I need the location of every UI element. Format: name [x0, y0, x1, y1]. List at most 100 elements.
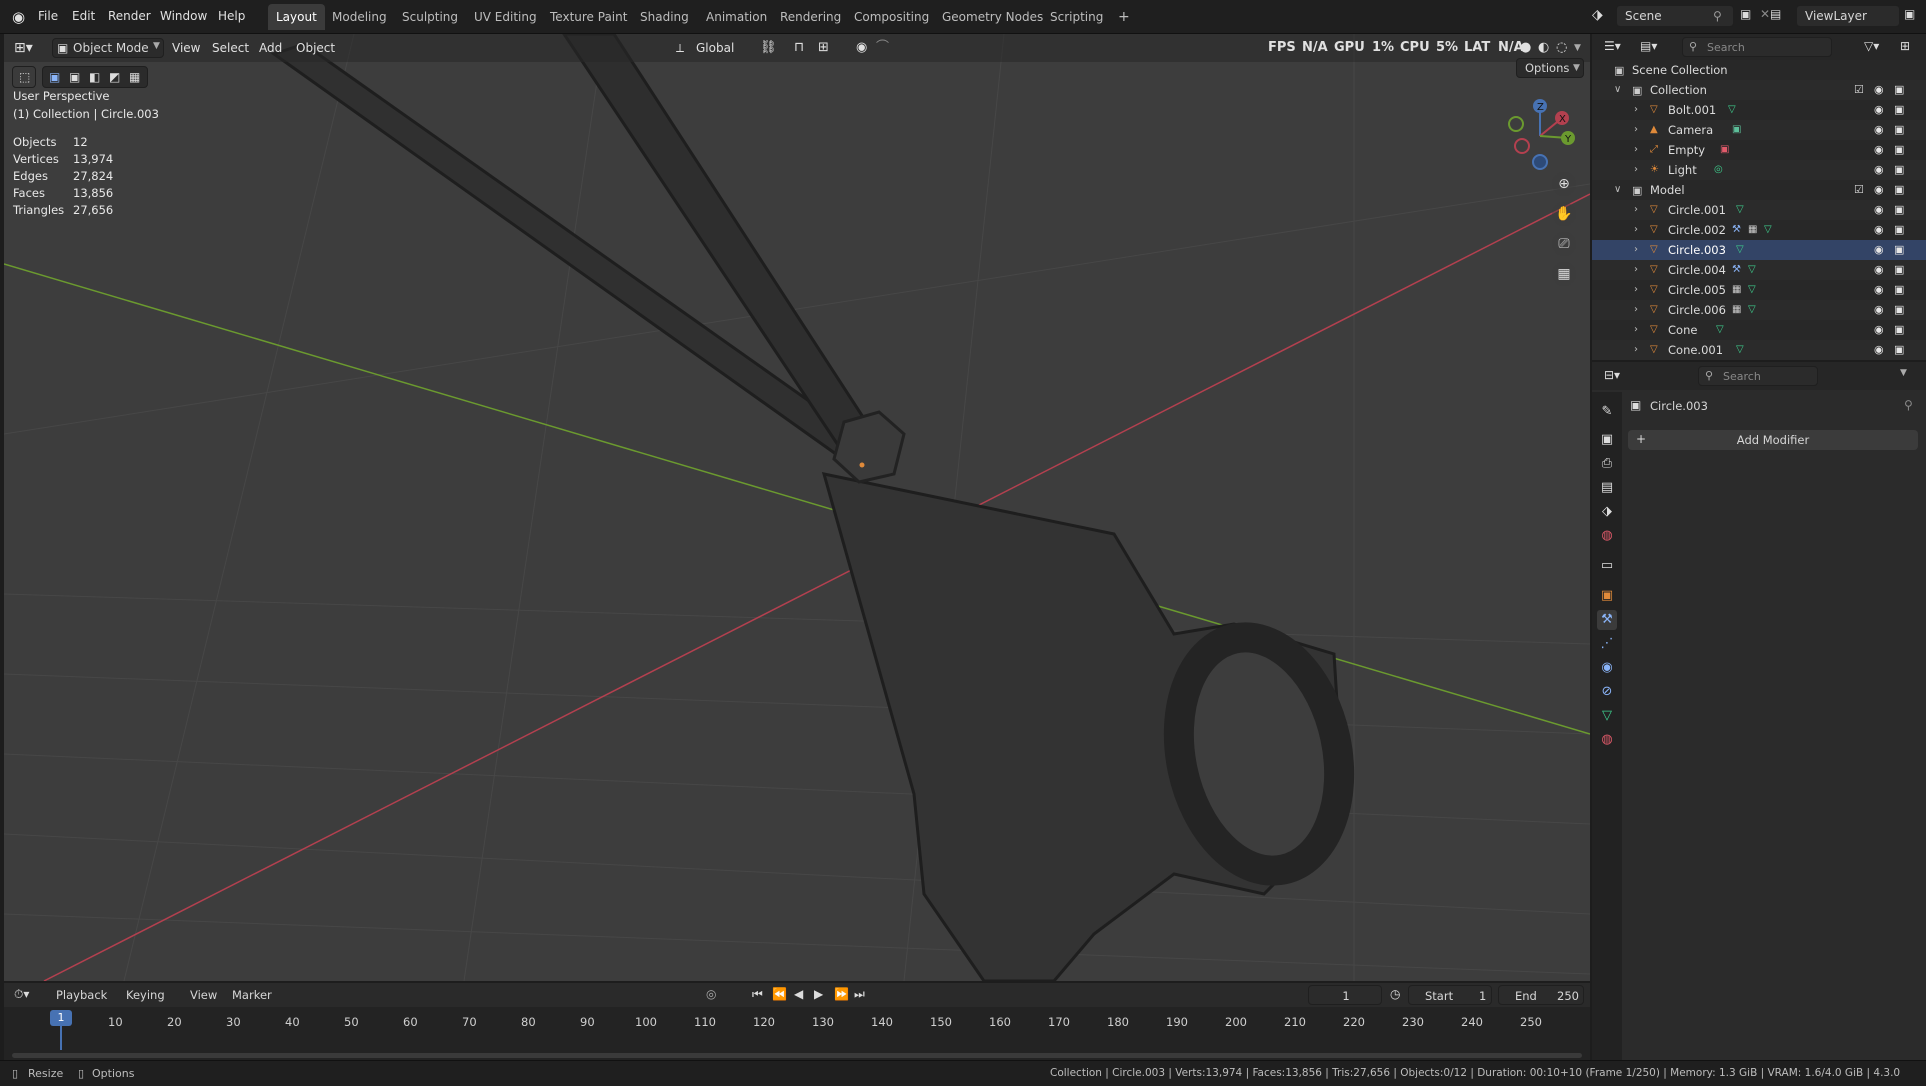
pin-icon[interactable]: ⚲ — [1713, 9, 1722, 23]
eye-icon[interactable]: ◉ — [1874, 183, 1884, 196]
select-extend-icon[interactable]: ▣ — [69, 70, 80, 84]
chevron-right-icon[interactable]: › — [1634, 144, 1638, 155]
tab-rendering[interactable]: Rendering — [772, 4, 849, 30]
eye-icon[interactable]: ◉ — [1874, 83, 1884, 96]
scene-tab-icon[interactable]: ⬗ — [1597, 502, 1617, 522]
3d-viewport[interactable]: ⊞▾ ▣ Object Mode ▼ View Select Add Objec… — [4, 34, 1590, 981]
tab-scripting[interactable]: Scripting — [1042, 4, 1111, 30]
chevron-right-icon[interactable]: › — [1634, 124, 1638, 135]
chevron-right-icon[interactable]: › — [1634, 304, 1638, 315]
camera-icon[interactable]: ▣ — [1894, 103, 1904, 116]
material-shading-icon[interactable]: ◐ — [1538, 38, 1549, 58]
add-modifier-button[interactable]: + Add Modifier — [1628, 430, 1918, 450]
menu-view[interactable]: View — [172, 38, 200, 58]
select-subtract-icon[interactable]: ◧ — [89, 70, 100, 84]
menu-add[interactable]: Add — [259, 38, 282, 58]
play-icon[interactable]: ▶ — [814, 987, 823, 1001]
camera-view-icon[interactable]: ⎚ — [1552, 232, 1576, 256]
jump-keyframe-back-icon[interactable]: ⏪ — [772, 987, 787, 1001]
start-frame-field[interactable]: Start 1 — [1408, 985, 1492, 1005]
camera-icon[interactable]: ▣ — [1894, 143, 1904, 156]
jump-keyframe-forward-icon[interactable]: ⏩ — [834, 987, 849, 1001]
blender-logo-icon[interactable]: ◉ — [12, 8, 25, 26]
chevron-down-icon[interactable]: ∨ — [1614, 84, 1621, 95]
tab-compositing[interactable]: Compositing — [846, 4, 937, 30]
eye-icon[interactable]: ◉ — [1874, 263, 1884, 276]
camera-icon[interactable]: ▣ — [1894, 203, 1904, 216]
eye-icon[interactable]: ◉ — [1874, 223, 1884, 236]
mode-selector[interactable]: ▣ Object Mode ▼ — [52, 38, 164, 58]
model-collection-row[interactable]: ∨ ▣ Model ☑ ◉ ▣ — [1592, 180, 1926, 200]
menu-window[interactable]: Window — [160, 9, 207, 23]
current-frame-field[interactable]: 1 — [1308, 985, 1382, 1005]
eye-icon[interactable]: ◉ — [1874, 143, 1884, 156]
ortho-grid-icon[interactable]: ▦ — [1552, 262, 1576, 286]
proportional-edit-icon[interactable]: ◉ — [856, 38, 867, 58]
eye-icon[interactable]: ◉ — [1874, 323, 1884, 336]
play-reverse-icon[interactable]: ◀ — [794, 987, 803, 1001]
particles-tab-icon[interactable]: ⋰ — [1597, 634, 1617, 654]
selection-modes[interactable]: ▣ ▣ ◧ ◩ ▦ — [42, 66, 148, 88]
checkbox-icon[interactable]: ☑ — [1854, 83, 1864, 96]
clock-icon[interactable]: ◷ — [1390, 987, 1400, 1001]
editor-type-icon[interactable]: ⏱▾ — [14, 987, 29, 1002]
tab-uv-editing[interactable]: UV Editing — [466, 4, 545, 30]
render-tab-icon[interactable]: ▣ — [1597, 430, 1617, 450]
tool-tab-icon[interactable]: ✎ — [1597, 402, 1617, 422]
eye-icon[interactable]: ◉ — [1874, 303, 1884, 316]
outliner-search[interactable]: ⚲ Search — [1682, 37, 1832, 57]
orientation-label[interactable]: Global — [696, 38, 734, 58]
end-frame-field[interactable]: End 250 — [1498, 985, 1584, 1005]
menu-view[interactable]: View — [190, 988, 217, 1002]
scene-selector[interactable]: Scene ⚲ — [1616, 5, 1734, 27]
outliner-item-circle-005[interactable]: › ▽ Circle.005 ▦ ▽ ◉ ▣ — [1592, 280, 1926, 300]
tab-layout[interactable]: Layout — [268, 4, 325, 30]
material-tab-icon[interactable]: ◍ — [1597, 730, 1617, 750]
delete-scene-icon[interactable]: ✕ — [1760, 7, 1770, 21]
chevron-right-icon[interactable]: › — [1634, 204, 1638, 215]
camera-icon[interactable]: ▣ — [1894, 223, 1904, 236]
menu-render[interactable]: Render — [108, 9, 151, 23]
menu-file[interactable]: File — [38, 9, 58, 23]
scene-collection-row[interactable]: ▣ Scene Collection — [1592, 60, 1926, 80]
chevron-right-icon[interactable]: › — [1634, 344, 1638, 355]
snap-icon[interactable]: ⊓ — [794, 38, 804, 58]
chevron-right-icon[interactable]: › — [1634, 264, 1638, 275]
camera-icon[interactable]: ▣ — [1894, 263, 1904, 276]
eye-icon[interactable]: ◉ — [1874, 343, 1884, 356]
chevron-right-icon[interactable]: › — [1634, 164, 1638, 175]
options-dropdown[interactable]: Options ▼ — [1516, 58, 1584, 78]
chevron-right-icon[interactable]: › — [1634, 104, 1638, 115]
timeline-scrollbar[interactable] — [12, 1053, 1582, 1058]
filter-icon[interactable]: ▽▾ — [1864, 39, 1879, 53]
orientation-icon[interactable]: ⟂ — [676, 38, 684, 58]
outliner-item-empty[interactable]: › ⤢ Empty ▣ ◉ ▣ — [1592, 140, 1926, 160]
camera-icon[interactable]: ▣ — [1894, 283, 1904, 296]
editor-type-icon[interactable]: ⊞▾ — [14, 38, 33, 58]
new-scene-icon[interactable]: ▣ — [1740, 7, 1751, 21]
camera-icon[interactable]: ▣ — [1894, 323, 1904, 336]
camera-icon[interactable]: ▣ — [1894, 243, 1904, 256]
menu-keying[interactable]: Keying — [126, 988, 165, 1002]
object-tab-icon[interactable]: ▣ — [1597, 586, 1617, 606]
modifier-tab-icon[interactable]: ⚒ — [1597, 610, 1617, 630]
outliner-item-cone[interactable]: › ▽ Cone ▽ ◉ ▣ — [1592, 320, 1926, 340]
outliner-item-circle-004[interactable]: › ▽ Circle.004 ⚒ ▽ ◉ ▣ — [1592, 260, 1926, 280]
camera-icon[interactable]: ▣ — [1894, 183, 1904, 196]
jump-start-icon[interactable]: ⏮ — [752, 987, 763, 1002]
tab-geometry-nodes[interactable]: Geometry Nodes — [934, 4, 1051, 30]
outliner-item-cone-001[interactable]: › ▽ Cone.001 ▽ ◉ ▣ — [1592, 340, 1926, 360]
chevron-down-icon[interactable]: ▼ — [1900, 368, 1907, 378]
output-tab-icon[interactable]: ⎙ — [1597, 454, 1617, 474]
collection-tab-icon[interactable]: ▭ — [1597, 556, 1617, 576]
chevron-right-icon[interactable]: › — [1634, 224, 1638, 235]
physics-tab-icon[interactable]: ◉ — [1597, 658, 1617, 678]
new-collection-icon[interactable]: ⊞ — [1900, 39, 1910, 53]
outliner-item-light[interactable]: › ☀ Light ◎ ◉ ▣ — [1592, 160, 1926, 180]
navigation-gizmo[interactable]: Z X Y — [1500, 94, 1580, 174]
rendered-shading-icon[interactable]: ◌ — [1556, 38, 1567, 58]
eye-icon[interactable]: ◉ — [1874, 203, 1884, 216]
outliner-item-circle-002[interactable]: › ▽ Circle.002 ⚒ ▦ ▽ ◉ ▣ — [1592, 220, 1926, 240]
zoom-icon[interactable]: ⊕ — [1552, 172, 1576, 196]
chevron-right-icon[interactable]: › — [1634, 284, 1638, 295]
